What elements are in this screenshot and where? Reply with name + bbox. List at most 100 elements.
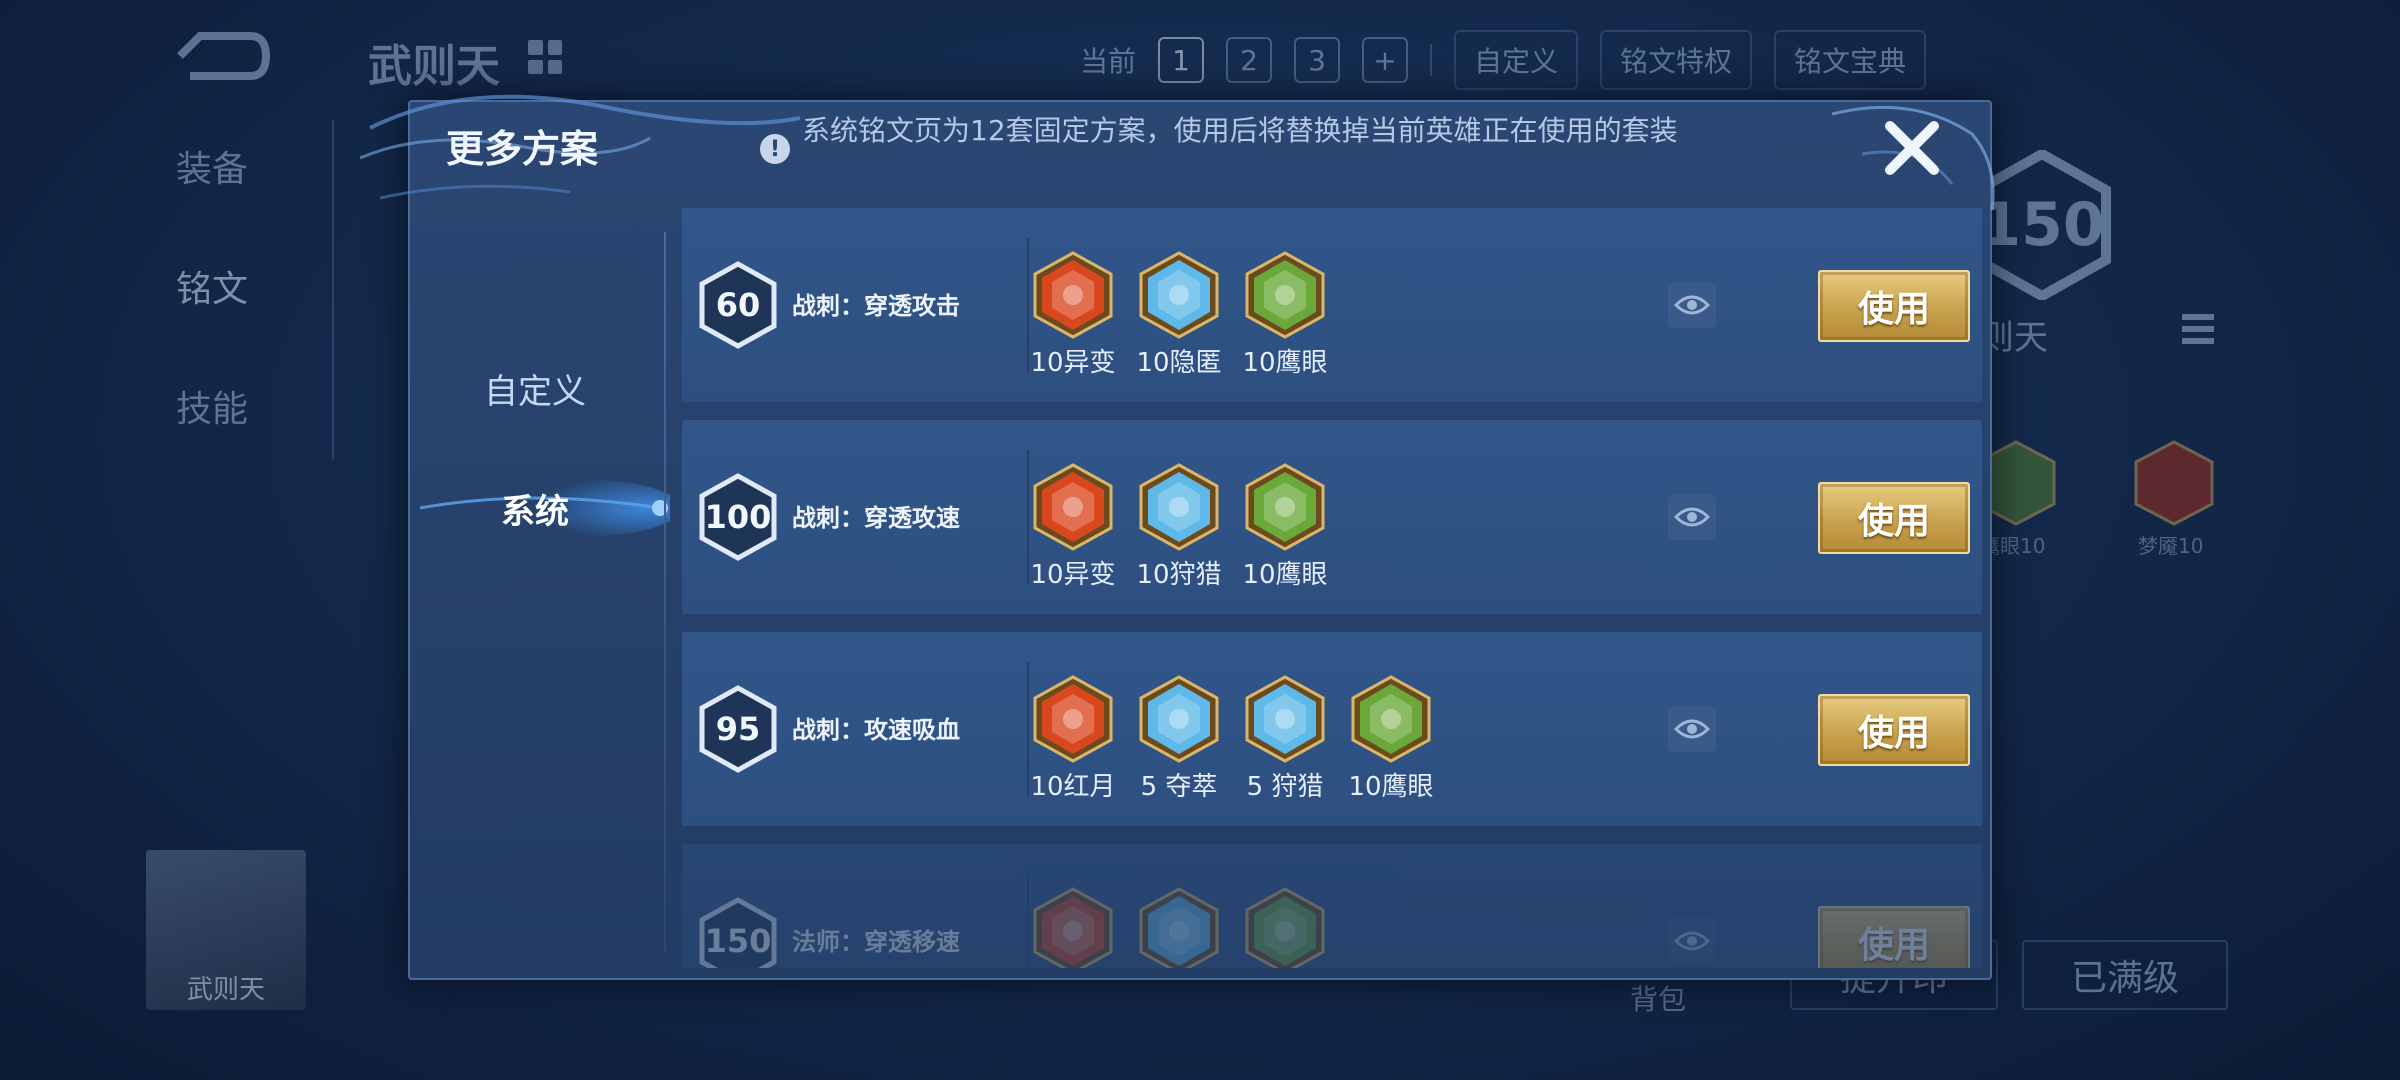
rune-item: 10鹰眼	[1348, 674, 1434, 803]
back-arrow-icon[interactable]	[170, 30, 270, 82]
yinni-rune-icon	[1138, 250, 1220, 340]
plan-name: 战刺：攻速吸血	[792, 716, 960, 744]
divider	[1430, 44, 1433, 76]
rune-item	[1032, 886, 1114, 968]
rune-set: 10异变 10隐匿 10鹰眼	[1030, 250, 1328, 379]
tab-custom[interactable]: 自定义	[410, 348, 660, 428]
divider	[1027, 662, 1029, 796]
divider	[1027, 874, 1029, 968]
divider	[664, 232, 666, 952]
rune-label: 5 狩猎	[1246, 772, 1324, 802]
close-icon[interactable]	[1880, 116, 1944, 180]
preview-eye-icon[interactable]	[1668, 706, 1716, 752]
plan-level-badge: 100	[698, 472, 778, 562]
filter-icon[interactable]	[2180, 310, 2216, 350]
shoulie-rune-icon	[1138, 462, 1220, 552]
plan-level-badge: 60	[698, 260, 778, 350]
green-rune-icon	[1244, 886, 1326, 968]
avatar-name: 武则天	[186, 975, 265, 1005]
rune-set	[1032, 886, 1326, 968]
custom-button[interactable]: 自定义	[1454, 30, 1579, 90]
hero-name-title: 武则天	[368, 41, 500, 92]
rune-item: 10红月	[1030, 674, 1116, 803]
rune-label: 5 夺萃	[1140, 772, 1218, 802]
rune-label: 10狩猎	[1136, 560, 1222, 590]
rune-label: 10鹰眼	[1348, 772, 1434, 802]
yingyan-rune-icon	[1350, 674, 1432, 764]
add-page-button[interactable]: +	[1362, 37, 1409, 83]
page-tab-3[interactable]: 3	[1294, 37, 1341, 83]
plan-level: 60	[715, 286, 761, 324]
rune-label: 梦魇10	[2138, 534, 2204, 558]
red-rune-icon	[1032, 886, 1114, 968]
plan-name: 战刺：穿透攻击	[792, 292, 960, 320]
avatar[interactable]: 武则天	[146, 850, 306, 1010]
rune-label: 10红月	[1030, 772, 1116, 802]
yibian-rune-icon	[1032, 462, 1114, 552]
left-nav: 装备 铭文 技能	[176, 140, 248, 500]
rune-guide-button[interactable]: 铭文宝典	[1774, 30, 1927, 90]
page-tab-1[interactable]: 1	[1158, 37, 1205, 83]
grid-icon[interactable]	[528, 40, 562, 74]
preview-eye-icon[interactable]	[1668, 282, 1716, 328]
blue-rune-icon	[1138, 886, 1220, 968]
use-button[interactable]: 使用	[1818, 482, 1970, 554]
rune-item: 10异变	[1030, 250, 1116, 379]
hongyue-rune-icon	[1032, 674, 1114, 764]
rune-privilege-button[interactable]: 铭文特权	[1600, 30, 1753, 90]
plan-level: 95	[715, 710, 761, 748]
rune-label: 10鹰眼	[1242, 348, 1328, 378]
preview-eye-icon[interactable]	[1668, 494, 1716, 540]
rune-label: 10异变	[1030, 560, 1116, 590]
rune-set: 10异变 10狩猎 10鹰眼	[1030, 462, 1328, 591]
plan-tabs: 自定义 系统	[410, 202, 670, 962]
yingyan-rune-icon	[1244, 462, 1326, 552]
tab-system[interactable]: 系统	[410, 468, 670, 548]
use-button[interactable]: 使用	[1818, 694, 1970, 766]
rune-item	[1138, 886, 1220, 968]
yibian-rune-icon	[1032, 250, 1114, 340]
bag-label[interactable]: 背包	[1630, 978, 1686, 1018]
notice-text: 系统铭文页为12套固定方案，使用后将替换掉当前英雄正在使用的套装	[802, 114, 1678, 147]
plan-level-badge: 150	[698, 896, 778, 968]
rune-item: 10异变	[1030, 462, 1116, 591]
rune-item: 5 狩猎	[1244, 674, 1326, 803]
duocui-rune-icon	[1138, 674, 1220, 764]
rune-item: 10鹰眼	[1242, 250, 1328, 379]
plan-level-badge: 95	[698, 684, 778, 774]
rune-item: 5 夺萃	[1138, 674, 1220, 803]
plan-level: 100	[704, 498, 772, 536]
nav-equipment[interactable]: 装备	[176, 140, 248, 260]
tab-label: 系统	[501, 491, 569, 532]
tab-label: 自定义	[484, 371, 586, 412]
use-button[interactable]: 使用	[1818, 906, 1970, 968]
rune-label: 10隐匿	[1136, 348, 1222, 378]
dialog-header: 更多方案 ! 系统铭文页为12套固定方案，使用后将替换掉当前英雄正在使用的套装	[359, 94, 1995, 211]
nav-skill[interactable]: 技能	[176, 380, 248, 500]
preview-eye-icon[interactable]	[1668, 918, 1716, 964]
rune-item: 10狩猎	[1136, 462, 1222, 591]
top-bar: 当前 1 2 3 + 自定义 铭文特权 铭文宝典	[1080, 30, 1927, 90]
nav-rune[interactable]: 铭文	[176, 260, 248, 380]
rune-label: 10异变	[1030, 348, 1116, 378]
rune-item	[1244, 886, 1326, 968]
maxed-button[interactable]: 已满级	[2022, 940, 2228, 1010]
rune-label: 10鹰眼	[1242, 560, 1328, 590]
plan-row: 95 战刺：攻速吸血 10红月 5 夺萃 5 狩猎 10鹰眼 使用	[682, 632, 1982, 826]
plan-level: 150	[704, 922, 772, 960]
plan-name: 法师：穿透移速	[792, 928, 960, 956]
plan-list[interactable]: 60 战刺：穿透攻击 10异变 10隐匿 10鹰眼 使用 100 战刺：穿透攻速 10异变 10狩…	[682, 208, 1982, 968]
plan-row: 150 法师：穿透移速 使用	[682, 844, 1982, 968]
plan-row: 100 战刺：穿透攻速 10异变 10狩猎 10鹰眼 使用	[682, 420, 1982, 614]
plan-name: 战刺：穿透攻速	[792, 504, 960, 532]
page-tab-2[interactable]: 2	[1226, 37, 1273, 83]
rune-item: 10鹰眼	[1242, 462, 1328, 591]
use-button[interactable]: 使用	[1818, 270, 1970, 342]
dialog-title: 更多方案	[446, 127, 599, 171]
divider	[1027, 238, 1029, 372]
more-plans-dialog: 更多方案 ! 系统铭文页为12套固定方案，使用后将替换掉当前英雄正在使用的套装 …	[359, 94, 1995, 980]
current-label: 当前	[1080, 45, 1137, 78]
rune-set: 10红月 5 夺萃 5 狩猎 10鹰眼	[1030, 674, 1434, 803]
rune-item: 10隐匿	[1136, 250, 1222, 379]
yingyan-rune-icon	[1244, 250, 1326, 340]
